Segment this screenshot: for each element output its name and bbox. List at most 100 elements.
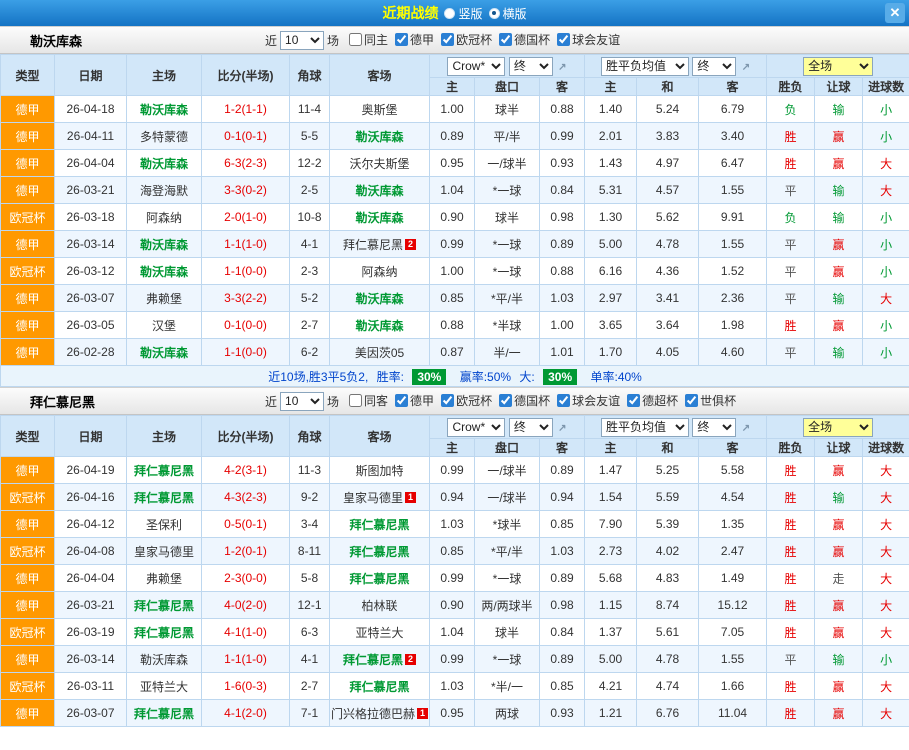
result-cell: 负 <box>767 96 815 123</box>
odds-source-select[interactable]: Crow* <box>447 57 505 76</box>
filter-item[interactable]: 德国杯 <box>499 392 550 409</box>
result-cell: 胜 <box>767 538 815 565</box>
team-name: 沃尔夫斯堡 <box>349 157 409 171</box>
match-count-select[interactable]: 10 <box>280 392 324 411</box>
europe-final-select[interactable]: 终 <box>692 418 736 437</box>
summary-cell: 近10场,胜3平5负2, 胜率: 30% 赢率:50% 大: 30% 单率:40… <box>1 366 909 387</box>
score-cell: 4-1(1-0) <box>202 619 290 646</box>
date-cell: 26-03-07 <box>55 700 127 727</box>
filter-checkbox[interactable] <box>557 33 570 46</box>
filter-item[interactable]: 同主 <box>349 31 388 48</box>
filter-checkbox[interactable] <box>441 394 454 407</box>
europe-draw-odds: 4.83 <box>637 565 699 592</box>
home-team-cell: 阿森纳 <box>127 204 202 231</box>
team-name: 拜仁慕尼黑 <box>134 491 194 505</box>
handicap-result-cell: 走 <box>815 565 863 592</box>
europe-avg-select[interactable]: 胜平负均值 <box>601 57 689 76</box>
handicap-home-odds: 0.99 <box>430 565 475 592</box>
handicap-away-odds: 0.93 <box>540 150 585 177</box>
filter-checkbox[interactable] <box>349 394 362 407</box>
radio-vertical-layout[interactable]: 竖版 <box>444 5 482 22</box>
filter-checkbox[interactable] <box>499 394 512 407</box>
filter-checkbox[interactable] <box>349 33 362 46</box>
europe-draw-odds: 3.83 <box>637 123 699 150</box>
filter-label: 球会友谊 <box>572 31 620 48</box>
team-name: 勒沃库森 <box>355 184 403 198</box>
europe-home-odds: 6.16 <box>585 258 637 285</box>
home-team-cell: 拜仁慕尼黑 <box>127 619 202 646</box>
filter-checkbox[interactable] <box>499 33 512 46</box>
corner-cell: 10-8 <box>290 204 330 231</box>
league-badge: 欧冠杯 <box>1 673 55 700</box>
odds-final-select[interactable]: 终 <box>509 57 553 76</box>
team-name: 美因茨05 <box>355 346 404 360</box>
europe-away-odds: 6.79 <box>699 96 767 123</box>
home-team-cell: 弗赖堡 <box>127 285 202 312</box>
filter-checkbox[interactable] <box>557 394 570 407</box>
home-team-cell: 弗赖堡 <box>127 565 202 592</box>
league-badge: 德甲 <box>1 339 55 366</box>
team-name: 亚特兰大 <box>140 680 188 694</box>
scope-select[interactable]: 全场 <box>803 418 873 437</box>
handicap-result-cell: 赢 <box>815 538 863 565</box>
radio-circle-icon[interactable] <box>444 8 455 19</box>
filter-item[interactable]: 世俱杯 <box>685 392 736 409</box>
result-cell: 胜 <box>767 565 815 592</box>
filter-item[interactable]: 同客 <box>349 392 388 409</box>
score-cell: 1-1(0-0) <box>202 339 290 366</box>
radio-horizontal-layout[interactable]: 横版 <box>489 5 527 22</box>
handicap-away-odds: 0.88 <box>540 258 585 285</box>
match-count-select[interactable]: 10 <box>280 31 324 50</box>
europe-draw-odds: 5.61 <box>637 619 699 646</box>
team-name: 勒沃库森 <box>355 130 403 144</box>
home-team-cell: 拜仁慕尼黑 <box>127 457 202 484</box>
filter-checkbox[interactable] <box>395 394 408 407</box>
expand-icon[interactable]: ↗ <box>558 423 566 434</box>
handicap-result-cell: 赢 <box>815 673 863 700</box>
close-icon[interactable]: ✕ <box>885 3 905 23</box>
odds-source-select[interactable]: Crow* <box>447 418 505 437</box>
corner-cell: 2-7 <box>290 673 330 700</box>
europe-avg-select[interactable]: 胜平负均值 <box>601 418 689 437</box>
col-score: 比分(半场) <box>202 55 290 96</box>
team-name: 弗赖堡 <box>146 292 182 306</box>
filter-item[interactable]: 德超杯 <box>627 392 678 409</box>
filter-checkbox-group: 同客德甲欧冠杯德国杯球会友谊德超杯世俱杯 <box>342 392 736 410</box>
date-cell: 26-04-19 <box>55 457 127 484</box>
match-row: 德甲26-04-11多特蒙德0-1(0-1)5-5勒沃库森0.89平/半0.99… <box>1 123 909 150</box>
col-europe-away: 客 <box>699 78 767 96</box>
result-cell: 胜 <box>767 511 815 538</box>
radio-circle-checked-icon[interactable] <box>489 8 500 19</box>
filter-item[interactable]: 球会友谊 <box>557 31 620 48</box>
filter-item[interactable]: 欧冠杯 <box>441 31 492 48</box>
corner-cell: 6-2 <box>290 339 330 366</box>
filter-item[interactable]: 球会友谊 <box>557 392 620 409</box>
filter-checkbox[interactable] <box>685 394 698 407</box>
filter-checkbox[interactable] <box>395 33 408 46</box>
filter-checkbox[interactable] <box>441 33 454 46</box>
filter-item[interactable]: 德国杯 <box>499 31 550 48</box>
team-name: 拜仁慕尼黑 <box>134 464 194 478</box>
scope-select[interactable]: 全场 <box>803 57 873 76</box>
filter-item[interactable]: 德甲 <box>395 31 434 48</box>
match-row: 欧冠杯26-03-12勒沃库森1-1(0-0)2-3阿森纳1.00*一球0.88… <box>1 258 909 285</box>
europe-home-odds: 4.21 <box>585 673 637 700</box>
team-name: 弗赖堡 <box>146 572 182 586</box>
handicap-line: 两/两球半 <box>475 592 540 619</box>
expand-icon[interactable]: ↗ <box>742 62 750 73</box>
handicap-result-cell: 赢 <box>815 312 863 339</box>
filter-item[interactable]: 欧冠杯 <box>441 392 492 409</box>
away-team-cell: 柏林联 <box>330 592 430 619</box>
handicap-result-cell: 赢 <box>815 700 863 727</box>
expand-icon[interactable]: ↗ <box>742 423 750 434</box>
filter-item[interactable]: 德甲 <box>395 392 434 409</box>
handicap-line: 球半 <box>475 96 540 123</box>
europe-final-select[interactable]: 终 <box>692 57 736 76</box>
home-team-cell: 汉堡 <box>127 312 202 339</box>
filter-checkbox[interactable] <box>627 394 640 407</box>
summary-win-rate-label: 胜率: <box>377 370 404 384</box>
team-name: 勒沃库森 <box>140 238 188 252</box>
europe-home-odds: 2.73 <box>585 538 637 565</box>
expand-icon[interactable]: ↗ <box>558 62 566 73</box>
odds-final-select[interactable]: 终 <box>509 418 553 437</box>
